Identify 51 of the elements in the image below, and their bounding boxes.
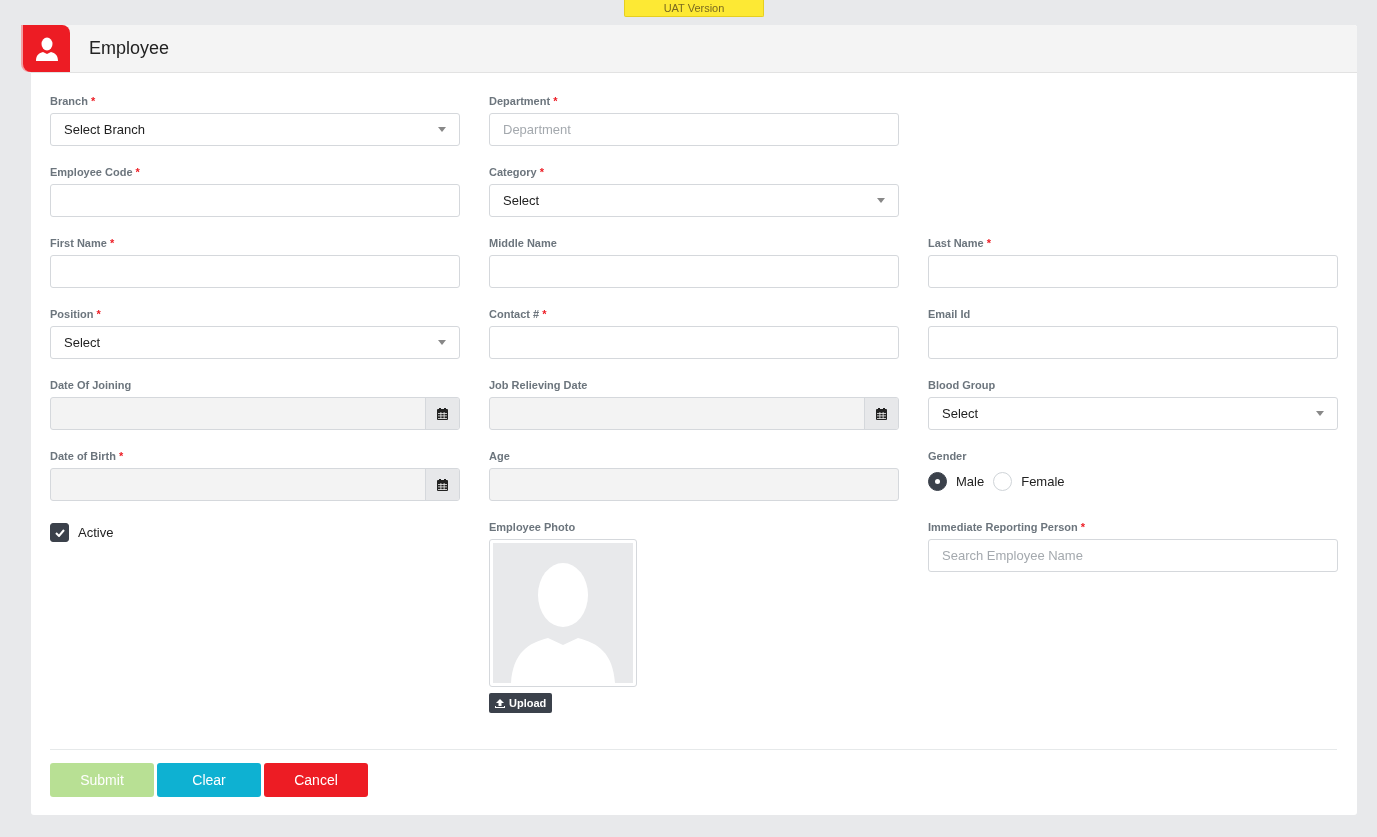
calendar-icon [437,478,448,491]
field-label: Middle Name [489,237,558,251]
check-icon [54,528,65,537]
checkbox[interactable] [50,523,69,542]
field-label: Employee Photo [489,521,577,535]
select-dropdown[interactable]: Select [928,397,1338,430]
field-label: Position * [50,308,102,322]
text-field[interactable] [50,255,460,288]
caret-icon [877,198,885,203]
text-field[interactable] [50,184,460,217]
text-field[interactable] [489,326,899,359]
field-label: Job Relieving Date [489,379,589,393]
caret-icon [438,127,446,132]
field-label: Department * [489,95,559,109]
select-dropdown[interactable]: Select [50,326,460,359]
field-label: First Name * [50,237,116,251]
calendar-icon [876,407,887,420]
field-label: Last Name * [928,237,992,251]
field-label: Branch * [50,95,97,109]
field-label: Immediate Reporting Person * [928,521,1087,535]
field-label: Contact # * [489,308,548,322]
field-label: Employee Code * [50,166,141,180]
date-field[interactable] [489,397,899,430]
radio-label: Male [956,474,985,489]
field-label: Category * [489,166,546,180]
date-field[interactable] [50,397,460,430]
caret-icon [1316,411,1324,416]
calendar-icon [437,407,448,420]
field-label: Blood Group [928,379,997,393]
select-dropdown[interactable]: Select Branch [50,113,460,146]
action-button[interactable]: Cancel [264,763,368,797]
text-field[interactable]: Search Employee Name [928,539,1338,572]
field-label: Date of Birth * [50,450,125,464]
date-field[interactable] [50,468,460,501]
select-dropdown[interactable]: Select [489,184,899,217]
radio-label: Female [1021,474,1065,489]
page-title: Employee [89,38,170,59]
field-label: Gender [928,450,968,464]
caret-icon [438,340,446,345]
field-label: Date Of Joining [50,379,133,393]
checkbox-label: Active [78,525,114,540]
field-label: Age [489,450,511,464]
upload-button[interactable]: Upload [489,693,553,713]
version-badge: UAT Version [624,0,764,17]
field-label: Email Id [928,308,972,322]
text-field[interactable] [928,255,1338,288]
upload-icon [495,698,505,708]
radio-button[interactable] [928,472,947,491]
text-field[interactable]: Department [489,113,899,146]
text-field[interactable] [928,326,1338,359]
text-field[interactable] [489,255,899,288]
